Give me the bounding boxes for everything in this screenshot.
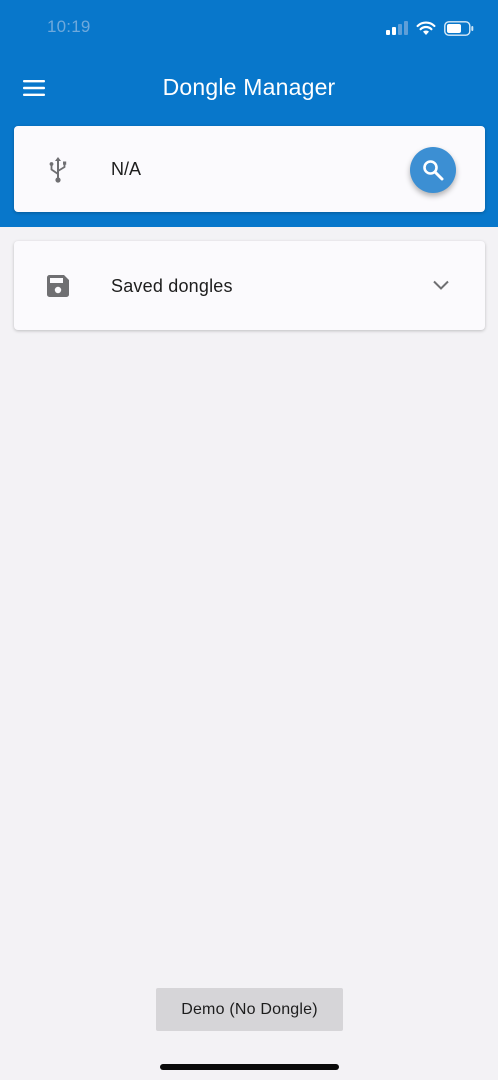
chevron-down-icon (433, 280, 449, 290)
save-icon (47, 275, 69, 297)
cellular-signal-icon (386, 21, 408, 35)
page-title: Dongle Manager (162, 74, 336, 100)
app-screen: 10:19 Dongle Manager N/A Saved dongles D… (0, 0, 498, 1080)
home-indicator (160, 1064, 339, 1070)
wifi-icon (416, 21, 436, 35)
usb-icon (49, 157, 67, 183)
current-dongle-card: N/A (14, 126, 485, 212)
search-icon (423, 160, 444, 181)
app-bar: Dongle Manager (0, 60, 498, 116)
dongle-value: N/A (111, 159, 142, 179)
saved-dongles-expander[interactable]: Saved dongles (14, 241, 485, 330)
demo-button[interactable]: Demo (No Dongle) (156, 988, 343, 1031)
status-icons (386, 17, 474, 39)
status-bar: 10:19 (0, 0, 498, 54)
battery-icon (444, 20, 474, 36)
search-button[interactable] (410, 147, 456, 193)
saved-dongles-label: Saved dongles (111, 276, 233, 296)
status-time: 10:19 (47, 17, 91, 36)
